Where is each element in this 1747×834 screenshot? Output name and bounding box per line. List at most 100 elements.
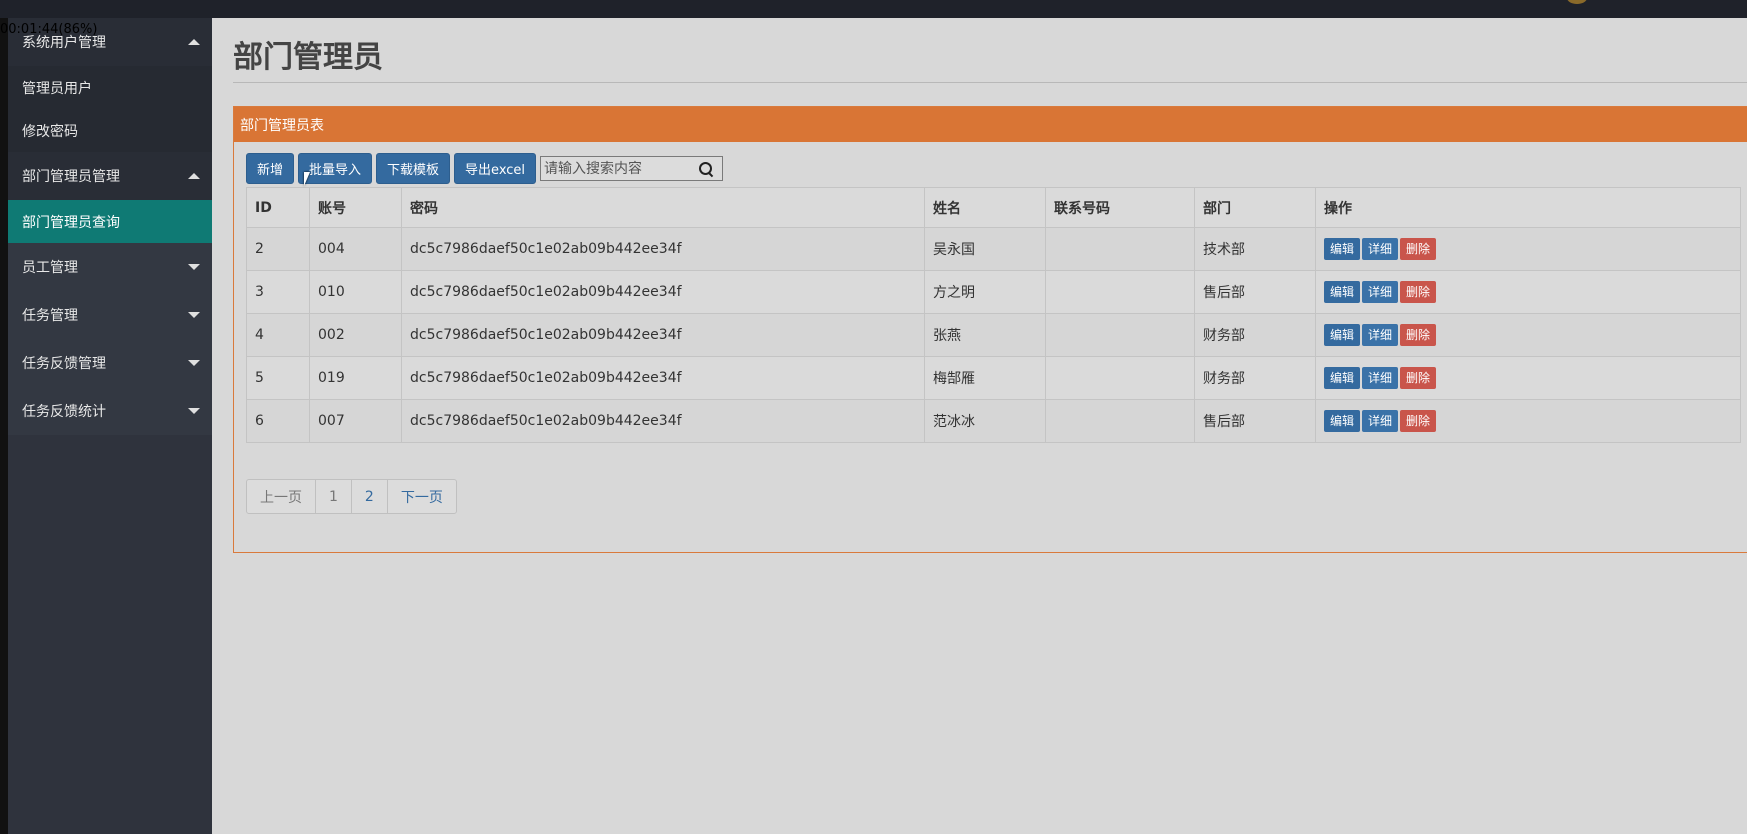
- nav-label: 部门管理员查询: [22, 214, 120, 231]
- admin-table-panel: 部门管理员表 新增 批量导入 下载模板 导出excel ID 账号 密码 姓名 …: [233, 106, 1747, 553]
- pagination: 上一页 1 2 下一页: [246, 479, 457, 514]
- recording-timer: 00:01:44(86%): [0, 22, 98, 37]
- cell-actions: 编辑 详细 删除: [1315, 227, 1741, 271]
- nav-group-tasks[interactable]: 任务管理: [8, 291, 212, 339]
- cell-name: 梅郜雁: [924, 356, 1046, 400]
- cell-name: 张燕: [924, 313, 1046, 357]
- nav-group-task-feedback[interactable]: 任务反馈管理: [8, 339, 212, 387]
- cell-id: 4: [246, 313, 310, 357]
- edit-button[interactable]: 编辑: [1324, 367, 1361, 389]
- nav-label: 修改密码: [22, 123, 78, 140]
- nav-item-dept-admin-query[interactable]: 部门管理员查询: [8, 200, 212, 243]
- cell-password: dc5c7986daef50c1e02ab09b442ee34f: [401, 313, 925, 357]
- download-template-button[interactable]: 下载模板: [376, 153, 451, 184]
- nav-label: 任务管理: [22, 308, 78, 324]
- page-1-button[interactable]: 1: [316, 480, 352, 513]
- cell-dept: 财务部: [1194, 313, 1316, 357]
- delete-button[interactable]: 删除: [1400, 238, 1437, 260]
- caret-down-icon: [188, 264, 200, 270]
- add-button[interactable]: 新增: [246, 153, 295, 184]
- cell-password: dc5c7986daef50c1e02ab09b442ee34f: [401, 270, 925, 314]
- toolbar: 新增 批量导入 下载模板 导出excel: [246, 153, 724, 184]
- detail-button[interactable]: 详细: [1362, 410, 1399, 432]
- title-divider: [233, 82, 1747, 83]
- page-title: 部门管理员: [233, 40, 383, 75]
- cell-actions: 编辑 详细 删除: [1315, 399, 1741, 443]
- col-header: 操作: [1315, 187, 1741, 228]
- cell-password: dc5c7986daef50c1e02ab09b442ee34f: [401, 227, 925, 271]
- nav-label: 员工管理: [22, 260, 78, 276]
- edit-button[interactable]: 编辑: [1324, 324, 1361, 346]
- left-edge: [0, 18, 8, 834]
- table-row: 4 002 dc5c7986daef50c1e02ab09b442ee34f 张…: [246, 313, 1741, 357]
- edit-button[interactable]: 编辑: [1324, 410, 1361, 432]
- col-header: 联系号码: [1045, 187, 1195, 228]
- nav-item-admin-users[interactable]: 管理员用户: [8, 66, 212, 109]
- search-box: [540, 156, 724, 181]
- edit-button[interactable]: 编辑: [1324, 281, 1361, 303]
- user-avatar[interactable]: [1567, 0, 1587, 4]
- table-row: 6 007 dc5c7986daef50c1e02ab09b442ee34f 范…: [246, 399, 1741, 443]
- nav-group-feedback-stats[interactable]: 任务反馈统计: [8, 387, 212, 435]
- next-page-button[interactable]: 下一页: [388, 480, 456, 513]
- detail-button[interactable]: 详细: [1362, 238, 1399, 260]
- table-row: 5 019 dc5c7986daef50c1e02ab09b442ee34f 梅…: [246, 356, 1741, 400]
- cell-id: 3: [246, 270, 310, 314]
- cell-name: 范冰冰: [924, 399, 1046, 443]
- cell-account: 010: [309, 270, 402, 314]
- prev-page-button[interactable]: 上一页: [247, 480, 316, 513]
- col-header: ID: [246, 187, 310, 228]
- cell-actions: 编辑 详细 删除: [1315, 270, 1741, 314]
- page-2-button[interactable]: 2: [352, 480, 388, 513]
- nav-group-employees[interactable]: 员工管理: [8, 243, 212, 291]
- mouse-cursor: [304, 172, 310, 186]
- main-content: 部门管理员 部门管理员表 新增 批量导入 下载模板 导出excel ID 账号 …: [212, 18, 1747, 834]
- nav-item-change-password[interactable]: 修改密码: [8, 109, 212, 152]
- cell-account: 007: [309, 399, 402, 443]
- edit-button[interactable]: 编辑: [1324, 238, 1361, 260]
- cell-id: 5: [246, 356, 310, 400]
- delete-button[interactable]: 删除: [1400, 281, 1437, 303]
- cell-dept: 技术部: [1194, 227, 1316, 271]
- sidebar: 系统用户管理 管理员用户 修改密码 部门管理员管理 部门管理员查询 员工管理 任…: [8, 18, 212, 834]
- cell-password: dc5c7986daef50c1e02ab09b442ee34f: [401, 356, 925, 400]
- cell-actions: 编辑 详细 删除: [1315, 356, 1741, 400]
- top-bar: [0, 0, 1747, 18]
- panel-title: 部门管理员表: [234, 107, 1747, 142]
- delete-button[interactable]: 删除: [1400, 410, 1437, 432]
- delete-button[interactable]: 删除: [1400, 324, 1437, 346]
- detail-button[interactable]: 详细: [1362, 281, 1399, 303]
- caret-up-icon: [188, 173, 200, 179]
- nav-label: 管理员用户: [22, 80, 92, 97]
- col-header: 密码: [401, 187, 925, 228]
- cell-phone: [1045, 313, 1195, 357]
- cell-phone: [1045, 270, 1195, 314]
- cell-dept: 财务部: [1194, 356, 1316, 400]
- cell-dept: 售后部: [1194, 399, 1316, 443]
- nav-group-dept-admins[interactable]: 部门管理员管理: [8, 152, 212, 200]
- table-header-row: ID 账号 密码 姓名 联系号码 部门 操作: [246, 187, 1741, 228]
- cell-account: 002: [309, 313, 402, 357]
- col-header: 账号: [309, 187, 402, 228]
- caret-down-icon: [188, 312, 200, 318]
- cell-actions: 编辑 详细 删除: [1315, 313, 1741, 357]
- delete-button[interactable]: 删除: [1400, 367, 1437, 389]
- col-header: 部门: [1194, 187, 1316, 228]
- table-row: 2 004 dc5c7986daef50c1e02ab09b442ee34f 吴…: [246, 227, 1741, 271]
- detail-button[interactable]: 详细: [1362, 367, 1399, 389]
- cell-phone: [1045, 227, 1195, 271]
- caret-up-icon: [188, 39, 200, 45]
- nav-label: 任务反馈管理: [22, 356, 106, 372]
- cell-phone: [1045, 399, 1195, 443]
- search-icon[interactable]: [696, 159, 716, 179]
- admin-table: ID 账号 密码 姓名 联系号码 部门 操作 2 004 dc5c7986dae…: [246, 187, 1741, 443]
- caret-down-icon: [188, 408, 200, 414]
- cell-id: 2: [246, 227, 310, 271]
- cell-account: 004: [309, 227, 402, 271]
- detail-button[interactable]: 详细: [1362, 324, 1399, 346]
- cell-password: dc5c7986daef50c1e02ab09b442ee34f: [401, 399, 925, 443]
- export-excel-button[interactable]: 导出excel: [454, 153, 537, 184]
- search-input[interactable]: [541, 157, 697, 180]
- nav-label: 部门管理员管理: [22, 169, 120, 185]
- col-header: 姓名: [924, 187, 1046, 228]
